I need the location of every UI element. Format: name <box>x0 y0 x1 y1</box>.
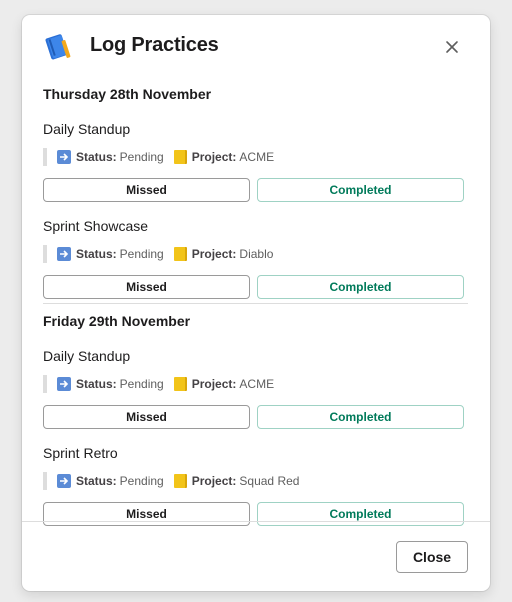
completed-button[interactable]: Completed <box>257 405 464 429</box>
project-label: Project: <box>191 150 237 164</box>
modal-header: Log Practices <box>22 15 490 79</box>
day-divider <box>43 303 468 304</box>
modal-footer: Close <box>22 521 490 591</box>
practice-context: Status: Pending Project: ACME <box>43 148 468 166</box>
status-value: Pending <box>119 474 164 488</box>
modal-body: Thursday 28th November Daily Standup Sta… <box>43 79 468 526</box>
folder-icon <box>173 150 187 164</box>
practice-actions: Missed Completed <box>43 275 468 299</box>
folder-icon <box>173 474 187 488</box>
practice-name: Daily Standup <box>43 348 131 364</box>
status-value: Pending <box>119 247 164 261</box>
missed-button[interactable]: Missed <box>43 178 250 202</box>
project-label: Project: <box>191 377 237 391</box>
practice-item: Daily Standup Status: Pending Project: A… <box>43 347 468 429</box>
blue-notebook-icon <box>45 34 71 60</box>
practice-item: Daily Standup Status: Pending Project: A… <box>43 120 468 202</box>
practice-context: Status: Pending Project: Squad Red <box>43 472 468 490</box>
practice-name: Sprint Showcase <box>43 218 149 234</box>
status-label: Status: <box>76 247 117 261</box>
modal-title: Log Practices <box>90 34 219 56</box>
practice-actions: Missed Completed <box>43 405 468 429</box>
right-arrow-icon <box>57 377 71 391</box>
completed-button[interactable]: Completed <box>257 275 464 299</box>
completed-button[interactable]: Completed <box>257 178 464 202</box>
practice-context: Status: Pending Project: ACME <box>43 375 468 393</box>
project-label: Project: <box>191 474 237 488</box>
project-value: ACME <box>239 377 275 391</box>
project-value: Diablo <box>239 247 274 261</box>
folder-icon <box>173 247 187 261</box>
folder-icon <box>173 377 187 391</box>
day-heading: Thursday 28th November <box>43 86 212 102</box>
right-arrow-icon <box>57 150 71 164</box>
status-value: Pending <box>119 377 164 391</box>
day-heading: Friday 29th November <box>43 313 191 329</box>
close-button[interactable]: Close <box>396 541 468 573</box>
practice-name: Sprint Retro <box>43 445 118 461</box>
status-label: Status: <box>76 377 117 391</box>
right-arrow-icon <box>57 247 71 261</box>
close-x-icon[interactable] <box>440 35 464 59</box>
status-label: Status: <box>76 474 117 488</box>
practice-name: Daily Standup <box>43 121 131 137</box>
missed-button[interactable]: Missed <box>43 405 250 429</box>
practice-context: Status: Pending Project: Diablo <box>43 245 468 263</box>
practice-item: Sprint Showcase Status: Pending Project:… <box>43 217 468 299</box>
project-label: Project: <box>191 247 237 261</box>
practice-item: Sprint Retro Status: Pending Project: Sq… <box>43 444 468 526</box>
right-arrow-icon <box>57 474 71 488</box>
log-practices-modal: Log Practices Thursday 28th November Dai… <box>22 15 490 591</box>
project-value: Squad Red <box>239 474 300 488</box>
status-label: Status: <box>76 150 117 164</box>
status-value: Pending <box>119 150 164 164</box>
missed-button[interactable]: Missed <box>43 275 250 299</box>
project-value: ACME <box>239 150 275 164</box>
practice-actions: Missed Completed <box>43 178 468 202</box>
